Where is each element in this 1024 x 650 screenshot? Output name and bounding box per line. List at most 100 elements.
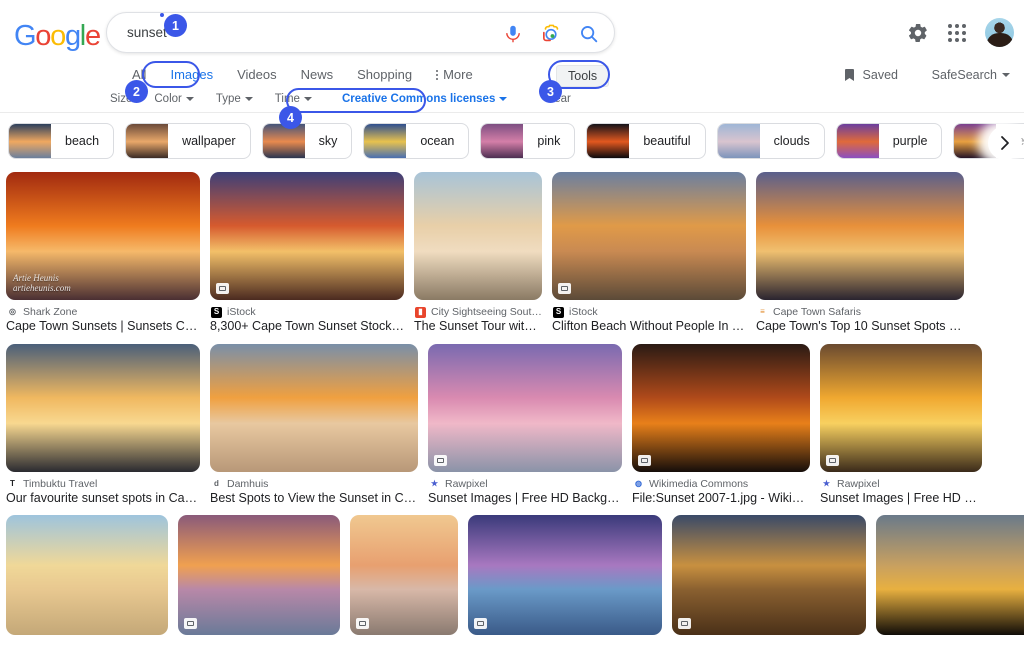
google-logo[interactable]: Google	[14, 20, 101, 53]
chip-wallpaper[interactable]: wallpaper	[125, 123, 251, 159]
image-badge-icon	[474, 618, 487, 630]
chip-thumbnail	[9, 124, 51, 158]
chip-thumbnail	[364, 124, 407, 158]
filter-type[interactable]: Type	[216, 93, 265, 105]
tools-button[interactable]: Tools	[556, 65, 610, 87]
result-thumbnail[interactable]	[672, 515, 866, 636]
chevron-down-icon	[1002, 73, 1010, 77]
result-thumbnail[interactable]	[756, 172, 964, 300]
safesearch-label: SafeSearch	[931, 68, 997, 82]
annotation-badge-3: 3	[539, 80, 562, 103]
chip-purple[interactable]: purple	[835, 123, 943, 159]
tab-videos[interactable]: Videos	[225, 62, 289, 88]
google-apps-grid-icon[interactable]	[948, 23, 966, 42]
chevron-down-icon	[244, 97, 253, 101]
result-thumbnail[interactable]	[876, 515, 1024, 636]
result-title[interactable]: 8,300+ Cape Town Sunset Stock Photo...	[210, 319, 404, 335]
tab-more[interactable]: More	[424, 62, 485, 88]
chip-ocean[interactable]: ocean	[363, 123, 470, 159]
result-title[interactable]: Cape Town's Top 10 Sunset Spots · Ca...	[756, 319, 964, 335]
chip-label: ocean	[420, 134, 455, 148]
results-row: T Timbuktu Travel Our favourite sunset spo…	[0, 343, 1024, 507]
result-title[interactable]: Sunset Images | Free HD Backgrounds ...	[428, 491, 622, 507]
image-result-card[interactable]: SiStock Clifton Beach Without People In T…	[552, 172, 746, 335]
image-result-card[interactable]: d Damhuis Best Spots to View the Sunset in…	[210, 343, 418, 507]
source-favicon-icon: S	[553, 306, 564, 318]
tab-news[interactable]: News	[289, 62, 346, 88]
chip-pink[interactable]: pink	[480, 123, 576, 159]
gear-icon[interactable]	[907, 22, 929, 44]
search-nav-tabs: All Images Videos News Shopping More	[120, 62, 485, 88]
image-result-card[interactable]	[876, 515, 1024, 636]
saved-button[interactable]: Saved	[844, 68, 898, 82]
chip-beautiful[interactable]: beautiful	[586, 123, 706, 159]
filter-creative-commons-licenses[interactable]: Creative Commons licenses	[334, 93, 519, 105]
image-result-card[interactable]: ★ RawpixelSunset Images | Free HD Backgro…	[820, 343, 982, 507]
image-result-card[interactable]	[6, 515, 168, 636]
source-favicon-icon: S	[211, 306, 222, 318]
chevron-down-icon	[499, 97, 508, 101]
image-result-card[interactable]: ▮ City Sightseeing South AfricaThe Sunset…	[414, 172, 542, 335]
image-result-card[interactable]: ★ RawpixelSunset Images | Free HD Backgro…	[428, 343, 622, 507]
image-result-card[interactable]	[672, 515, 866, 636]
result-thumbnail[interactable]	[552, 172, 746, 300]
header-divider	[0, 112, 1024, 113]
image-result-card[interactable]: T Timbuktu Travel Our favourite sunset spo…	[6, 343, 200, 507]
result-thumbnail[interactable]	[350, 515, 458, 636]
chip-beach[interactable]: beach	[8, 123, 115, 159]
microphone-icon[interactable]	[502, 23, 524, 45]
search-icon[interactable]	[578, 23, 600, 45]
result-thumbnail[interactable]: Artie Heunis artieheunis.com	[6, 172, 200, 300]
image-results-grid: Artie Heunis artieheunis.com ◎ Shark Zone Ca…	[0, 172, 1024, 650]
source-name: Timbuktu Travel	[23, 477, 98, 490]
result-thumbnail[interactable]	[468, 515, 662, 636]
result-thumbnail[interactable]	[6, 343, 200, 472]
image-result-card[interactable]: Artie Heunis artieheunis.com ◎ Shark Zone Ca…	[6, 172, 200, 335]
result-source: d Damhuis	[211, 478, 418, 490]
tab-images[interactable]: Images	[158, 62, 225, 88]
filter-color[interactable]: Color	[154, 93, 205, 105]
result-title[interactable]: Cape Town Sunsets | Sunsets Cape To...	[6, 319, 200, 335]
image-result-card[interactable]	[350, 515, 458, 636]
filter-time-label: Time	[274, 93, 300, 105]
source-name: Cape Town Safaris	[773, 306, 861, 318]
result-title[interactable]: Clifton Beach Without People In The ...	[552, 319, 746, 335]
source-favicon-icon: ≡	[757, 306, 768, 318]
result-thumbnail[interactable]	[178, 515, 340, 636]
result-source: ★ Rawpixel	[429, 478, 622, 490]
result-title[interactable]: The Sunset Tour with City Sightseeing ..…	[414, 319, 542, 335]
source-favicon-icon: ◎	[7, 306, 18, 318]
result-thumbnail[interactable]	[210, 172, 404, 300]
result-title[interactable]: File:Sunset 2007-1.jpg - Wikimedia ...	[632, 491, 810, 507]
result-title[interactable]: Our favourite sunset spots in Cape To...	[6, 491, 200, 507]
tab-shopping[interactable]: Shopping	[345, 62, 424, 88]
result-thumbnail[interactable]	[632, 343, 810, 472]
result-thumbnail[interactable]	[820, 343, 982, 472]
result-thumbnail[interactable]	[414, 172, 542, 300]
annotation-badge-1: 1	[164, 14, 187, 37]
image-badge-icon	[678, 618, 691, 630]
source-name: Rawpixel	[445, 477, 488, 490]
image-result-card[interactable]: SiStock8,300+ Cape Town Sunset Stock Pho…	[210, 172, 404, 335]
filter-time[interactable]: Time	[275, 93, 324, 105]
image-result-card[interactable]	[468, 515, 662, 636]
google-lens-icon[interactable]	[540, 23, 562, 45]
chips-next-button[interactable]	[988, 126, 1022, 160]
result-thumbnail[interactable]	[6, 515, 168, 636]
user-avatar[interactable]	[985, 18, 1014, 47]
result-thumbnail[interactable]	[210, 343, 418, 472]
image-result-card[interactable]	[178, 515, 340, 636]
image-badge-icon	[638, 454, 651, 466]
image-result-card[interactable]: ◍ Wikimedia Commons File:Sunset 2007-1.jpg…	[632, 343, 810, 507]
result-title[interactable]: Best Spots to View the Sunset in Cape ..…	[210, 491, 418, 507]
chip-clouds[interactable]: clouds	[716, 123, 825, 159]
chip-sky[interactable]: sky	[261, 123, 353, 159]
result-source: ≡ Cape Town Safaris	[757, 306, 964, 318]
result-thumbnail[interactable]	[428, 343, 622, 472]
annotation-badge-2: 2	[125, 80, 148, 103]
source-name: City Sightseeing South Africa	[431, 306, 542, 318]
safesearch-dropdown[interactable]: SafeSearch	[932, 68, 1010, 82]
image-badge-icon	[184, 618, 197, 630]
result-title[interactable]: Sunset Images | Free HD Backgro...	[820, 491, 982, 507]
image-result-card[interactable]: ≡ Cape Town Safaris Cape Town's Top 10 Sun…	[756, 172, 964, 335]
